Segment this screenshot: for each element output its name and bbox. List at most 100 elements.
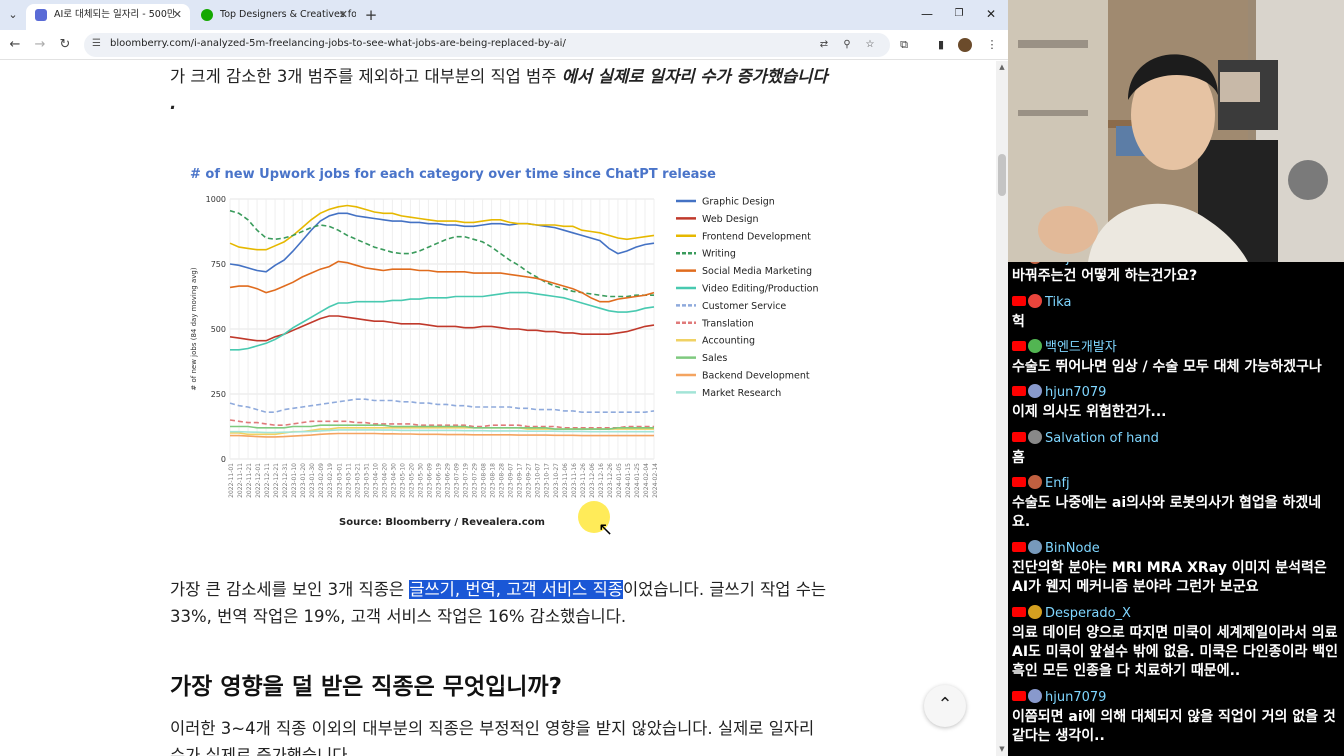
x-tick-label: 2023-05-20 xyxy=(408,463,415,498)
chat-message-text: 진단의학 분야는 MRI MRA XRay 이미지 분석력은 AI가 웬지 메커… xyxy=(1012,560,1327,595)
mouse-cursor-icon: ↖ xyxy=(598,519,614,540)
reload-icon[interactable]: ↻ xyxy=(56,36,74,54)
x-tick-label: 2023-06-19 xyxy=(435,463,442,498)
decline-text: 가장 큰 감소세를 보인 3개 직종은 xyxy=(170,580,410,599)
selected-text[interactable]: 글쓰기, 번역, 고객 서비스 직종 xyxy=(409,580,623,599)
browser-window: ⌄ AI로 대체되는 일자리 - 500만 ✕ Top Designers & … xyxy=(0,0,1008,756)
legend-label: Customer Service xyxy=(702,301,786,312)
x-tick-label: 2023-01-10 xyxy=(291,463,298,498)
chat-avatar xyxy=(1028,384,1042,398)
chat-author[interactable]: Enfj xyxy=(1012,475,1070,493)
section-heading: 가장 영향을 덜 받은 직종은 무엇입니까? xyxy=(170,674,562,700)
restore-icon[interactable]: ❐ xyxy=(944,4,974,24)
chart-source: Source: Bloomberry / Revealera.com xyxy=(339,517,545,528)
zoom-icon[interactable]: ⚲ xyxy=(840,38,854,52)
x-tick-label: 2023-03-21 xyxy=(354,463,361,498)
chat-message-text: 수술도 뛰어나면 임상 / 수술 모두 대체 가능하겠구나 xyxy=(1012,359,1322,375)
tab-close-icon[interactable]: ✕ xyxy=(173,4,182,26)
bookmark-star-icon[interactable]: ☆ xyxy=(863,38,877,52)
chat-username: Salvation of hand xyxy=(1045,431,1159,446)
scrollbar-thumb[interactable] xyxy=(998,154,1006,196)
x-tick-label: 2024-02-04 xyxy=(643,463,650,498)
chat-author[interactable]: Tika xyxy=(1012,294,1071,312)
site-info-icon[interactable]: ☰ xyxy=(92,38,101,49)
tab-close-icon[interactable]: ✕ xyxy=(339,4,348,26)
x-tick-label: 2023-03-01 xyxy=(336,463,343,498)
x-tick-label: 2023-02-19 xyxy=(327,463,334,498)
x-tick-label: 2023-08-18 xyxy=(490,463,497,498)
x-tick-label: 2023-05-30 xyxy=(417,463,424,498)
chat-username: hjun7079 xyxy=(1045,385,1107,400)
legend-label: Translation xyxy=(701,318,754,329)
x-tick-label: 2022-11-01 xyxy=(228,463,235,498)
forward-arrow-icon[interactable]: → xyxy=(31,36,49,54)
y-tick-label: 500 xyxy=(211,325,226,334)
youtube-badge-icon xyxy=(1012,432,1026,442)
address-url: bloomberry.com/i-analyzed-5m-freelancing… xyxy=(110,38,566,49)
scroll-up-icon[interactable]: ▲ xyxy=(998,63,1006,71)
legend-label: Accounting xyxy=(702,336,755,347)
chat-avatar xyxy=(1028,689,1042,703)
tab-search-icon[interactable]: ⌄ xyxy=(4,6,22,24)
youtube-badge-icon xyxy=(1012,477,1026,487)
x-tick-label: 2023-08-08 xyxy=(481,463,488,498)
back-arrow-icon[interactable]: ← xyxy=(6,36,24,54)
page-scrollbar[interactable]: ▲ ▼ xyxy=(996,61,1008,756)
chat-avatar xyxy=(1028,294,1042,308)
x-tick-label: 2023-07-29 xyxy=(472,463,479,498)
x-tick-label: 2022-12-01 xyxy=(255,463,262,498)
address-bar[interactable]: ☰ bloomberry.com/i-analyzed-5m-freelanci… xyxy=(84,33,890,57)
profile-avatar[interactable] xyxy=(958,38,972,52)
chat-avatar xyxy=(1028,475,1042,489)
tab-active[interactable]: AI로 대체되는 일자리 - 500만 ✕ xyxy=(26,4,190,30)
jobs-line-chart: # of new Upwork jobs for each category o… xyxy=(170,153,830,543)
new-tab-button[interactable]: + xyxy=(362,6,380,24)
youtube-badge-icon xyxy=(1012,542,1026,552)
chat-author[interactable]: BinNode xyxy=(1012,540,1100,558)
chat-author[interactable]: Desperado_X xyxy=(1012,605,1131,623)
minimize-icon[interactable]: — xyxy=(912,4,942,24)
y-axis-label: # of new jobs (84 day moving avg) xyxy=(190,267,198,390)
x-tick-label: 2023-04-10 xyxy=(372,463,379,498)
least-affected-paragraph: 이러한 3~4개 직종 이외의 대부분의 직종은 부정적인 영향을 받지 않았습… xyxy=(170,719,815,756)
chat-author[interactable]: hjun7079 xyxy=(1012,384,1106,402)
x-tick-label: 2022-12-21 xyxy=(273,463,280,498)
window-close-icon[interactable]: ✕ xyxy=(976,4,1006,24)
chat-author[interactable]: hjun7079 xyxy=(1012,689,1106,707)
x-tick-label: 2023-09-07 xyxy=(508,463,515,498)
x-tick-label: 2023-07-19 xyxy=(463,463,470,498)
legend-label: Frontend Development xyxy=(702,231,811,242)
webcam-image xyxy=(1008,0,1344,262)
side-panel-icon[interactable]: ▮ xyxy=(933,37,949,53)
x-tick-label: 2023-04-20 xyxy=(381,463,388,498)
translate-icon[interactable]: ⇄ xyxy=(817,38,831,52)
chat-avatar xyxy=(1028,605,1042,619)
youtube-badge-icon xyxy=(1012,607,1026,617)
scroll-to-top-button[interactable]: ⌃ xyxy=(924,685,966,727)
x-tick-label: 2023-12-16 xyxy=(598,463,605,498)
x-tick-label: 2023-08-28 xyxy=(499,463,506,498)
youtube-badge-icon xyxy=(1012,296,1026,306)
chat-author[interactable]: 백엔드개발자 xyxy=(1012,339,1117,357)
chat-author[interactable]: Salvation of hand xyxy=(1012,430,1159,448)
legend-label: Backend Development xyxy=(702,371,810,382)
x-tick-label: 2022-11-21 xyxy=(246,463,253,498)
intro-text: 가 크게 감소한 3개 범주를 제외하고 대부분의 직업 범주 xyxy=(170,67,562,86)
x-tick-label: 2022-12-31 xyxy=(282,463,289,498)
scroll-down-icon[interactable]: ▼ xyxy=(998,745,1006,753)
extensions-puzzle-icon[interactable]: ⧉ xyxy=(896,37,912,53)
youtube-badge-icon xyxy=(1012,691,1026,701)
x-tick-label: 2022-12-11 xyxy=(264,463,271,498)
x-tick-label: 2023-10-27 xyxy=(553,463,560,498)
chat-username: Tika xyxy=(1045,295,1072,310)
upwork-favicon-icon xyxy=(201,9,213,21)
x-tick-label: 2023-01-30 xyxy=(309,463,316,498)
chat-message-text: 흠 xyxy=(1012,450,1025,466)
intro-paragraph: 가 크게 감소한 3개 범주를 제외하고 대부분의 직업 범주 에서 실제로 일… xyxy=(170,63,830,117)
x-tick-label: 2024-02-14 xyxy=(652,463,659,498)
menu-kebab-icon[interactable]: ⋮ xyxy=(984,37,1000,53)
tab-upwork[interactable]: Top Designers & Creatives for ✕ xyxy=(192,4,356,30)
chat-message-text: 이쯤되면 ai에 의해 대체되지 않을 직업이 거의 없을 것 같다는 생각이.… xyxy=(1012,709,1336,744)
chat-username: Desperado_X xyxy=(1045,606,1131,621)
youtube-badge-icon xyxy=(1012,386,1026,396)
